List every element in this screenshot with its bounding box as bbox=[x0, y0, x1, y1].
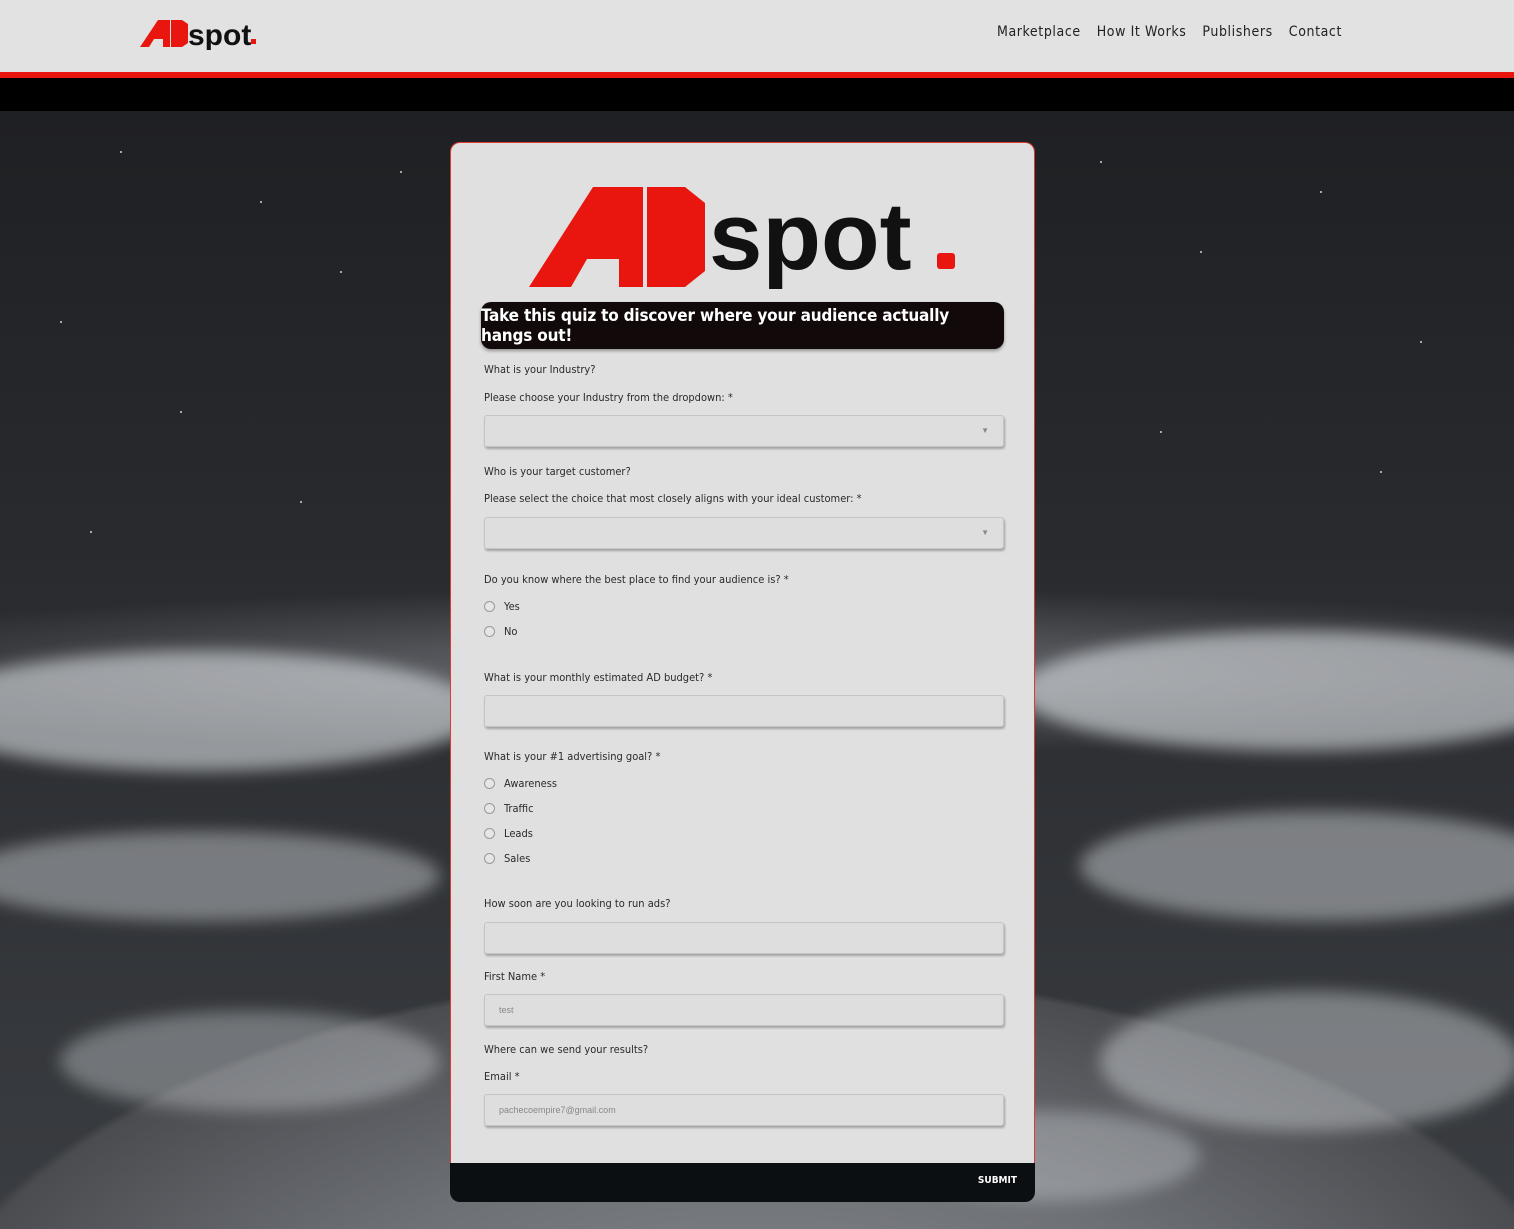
radio-no[interactable]: No bbox=[484, 625, 517, 638]
main-nav: Marketplace How It Works Publishers Cont… bbox=[997, 24, 1342, 40]
budget-input[interactable] bbox=[484, 695, 1004, 727]
nav-contact[interactable]: Contact bbox=[1289, 24, 1342, 40]
radio-label: Yes bbox=[504, 600, 520, 613]
radio-icon[interactable] bbox=[484, 601, 495, 612]
header-black-band bbox=[0, 78, 1514, 111]
star bbox=[400, 171, 402, 173]
cloud-shape bbox=[60, 1011, 440, 1111]
star bbox=[90, 531, 92, 533]
industry-heading: What is your Industry? bbox=[484, 363, 596, 376]
adspot-logo[interactable]: spot bbox=[138, 14, 268, 50]
industry-select[interactable] bbox=[485, 416, 1003, 446]
quiz-form-card: spot Take this quiz to discover where yo… bbox=[450, 142, 1035, 1164]
customer-heading: Who is your target customer? bbox=[484, 465, 631, 478]
radio-leads[interactable]: Leads bbox=[484, 827, 533, 840]
banner-text: Take this quiz to discover where your au… bbox=[481, 305, 949, 346]
timing-field[interactable] bbox=[485, 923, 1003, 953]
budget-label: What is your monthly estimated AD budget… bbox=[484, 671, 713, 684]
email-input[interactable] bbox=[484, 1094, 1004, 1126]
form-footer: SUBMIT bbox=[450, 1163, 1035, 1202]
timing-label: How soon are you looking to run ads? bbox=[484, 897, 671, 910]
radio-label: Leads bbox=[504, 827, 533, 840]
logo-wordmark-large: spot bbox=[709, 183, 912, 290]
star bbox=[1100, 161, 1102, 163]
first-name-input[interactable] bbox=[484, 994, 1004, 1026]
star bbox=[60, 321, 62, 323]
star bbox=[180, 411, 182, 413]
email-field[interactable] bbox=[485, 1095, 1003, 1125]
quiz-banner: Take this quiz to discover where your au… bbox=[481, 302, 1004, 349]
radio-icon[interactable] bbox=[484, 853, 495, 864]
timing-input[interactable] bbox=[484, 922, 1004, 954]
cloud-shape bbox=[1080, 811, 1514, 921]
star bbox=[120, 151, 122, 153]
radio-label: Awareness bbox=[504, 777, 558, 790]
radio-label: No bbox=[504, 625, 518, 638]
email-label: Email * bbox=[484, 1070, 520, 1083]
results-heading: Where can we send your results? bbox=[484, 1043, 649, 1056]
industry-dropdown[interactable]: ▼ bbox=[484, 415, 1004, 447]
industry-label: Please choose your Industry from the dro… bbox=[484, 391, 733, 404]
radio-label: Traffic bbox=[504, 802, 534, 815]
customer-select[interactable] bbox=[485, 518, 1003, 548]
radio-sales[interactable]: Sales bbox=[484, 852, 530, 865]
radio-awareness[interactable]: Awareness bbox=[484, 777, 557, 790]
star bbox=[300, 501, 302, 503]
radio-label: Sales bbox=[504, 852, 531, 865]
submit-button[interactable]: SUBMIT bbox=[978, 1175, 1017, 1186]
know-audience-label: Do you know where the best place to find… bbox=[484, 573, 789, 586]
radio-icon[interactable] bbox=[484, 626, 495, 637]
radio-icon[interactable] bbox=[484, 828, 495, 839]
chevron-down-icon: ▼ bbox=[981, 426, 989, 435]
cloud-shape bbox=[0, 831, 440, 921]
radio-icon[interactable] bbox=[484, 803, 495, 814]
customer-label: Please select the choice that most close… bbox=[484, 492, 862, 505]
first-name-label: First Name * bbox=[484, 970, 546, 983]
goal-label: What is your #1 advertising goal? * bbox=[484, 750, 661, 763]
cloud-shape bbox=[0, 651, 480, 771]
cloud-shape bbox=[1020, 631, 1514, 751]
nav-publishers[interactable]: Publishers bbox=[1202, 24, 1272, 40]
nav-how-it-works[interactable]: How It Works bbox=[1097, 24, 1187, 40]
chevron-down-icon: ▼ bbox=[981, 528, 989, 537]
star bbox=[1420, 341, 1422, 343]
customer-dropdown[interactable]: ▼ bbox=[484, 517, 1004, 549]
cloud-shape bbox=[1100, 991, 1514, 1131]
star bbox=[1200, 251, 1202, 253]
star bbox=[1320, 191, 1322, 193]
star bbox=[260, 201, 262, 203]
adspot-logo-large: spot bbox=[529, 183, 955, 290]
top-navigation-bar: spot Marketplace How It Works Publishers… bbox=[0, 0, 1514, 72]
radio-traffic[interactable]: Traffic bbox=[484, 802, 534, 815]
radio-yes[interactable]: Yes bbox=[484, 600, 520, 613]
budget-field[interactable] bbox=[485, 696, 1003, 726]
nav-marketplace[interactable]: Marketplace bbox=[997, 24, 1081, 40]
star bbox=[1380, 471, 1382, 473]
radio-icon[interactable] bbox=[484, 778, 495, 789]
star bbox=[340, 271, 342, 273]
logo-wordmark: spot bbox=[188, 19, 251, 50]
first-name-field[interactable] bbox=[485, 995, 1003, 1025]
star bbox=[1160, 431, 1162, 433]
